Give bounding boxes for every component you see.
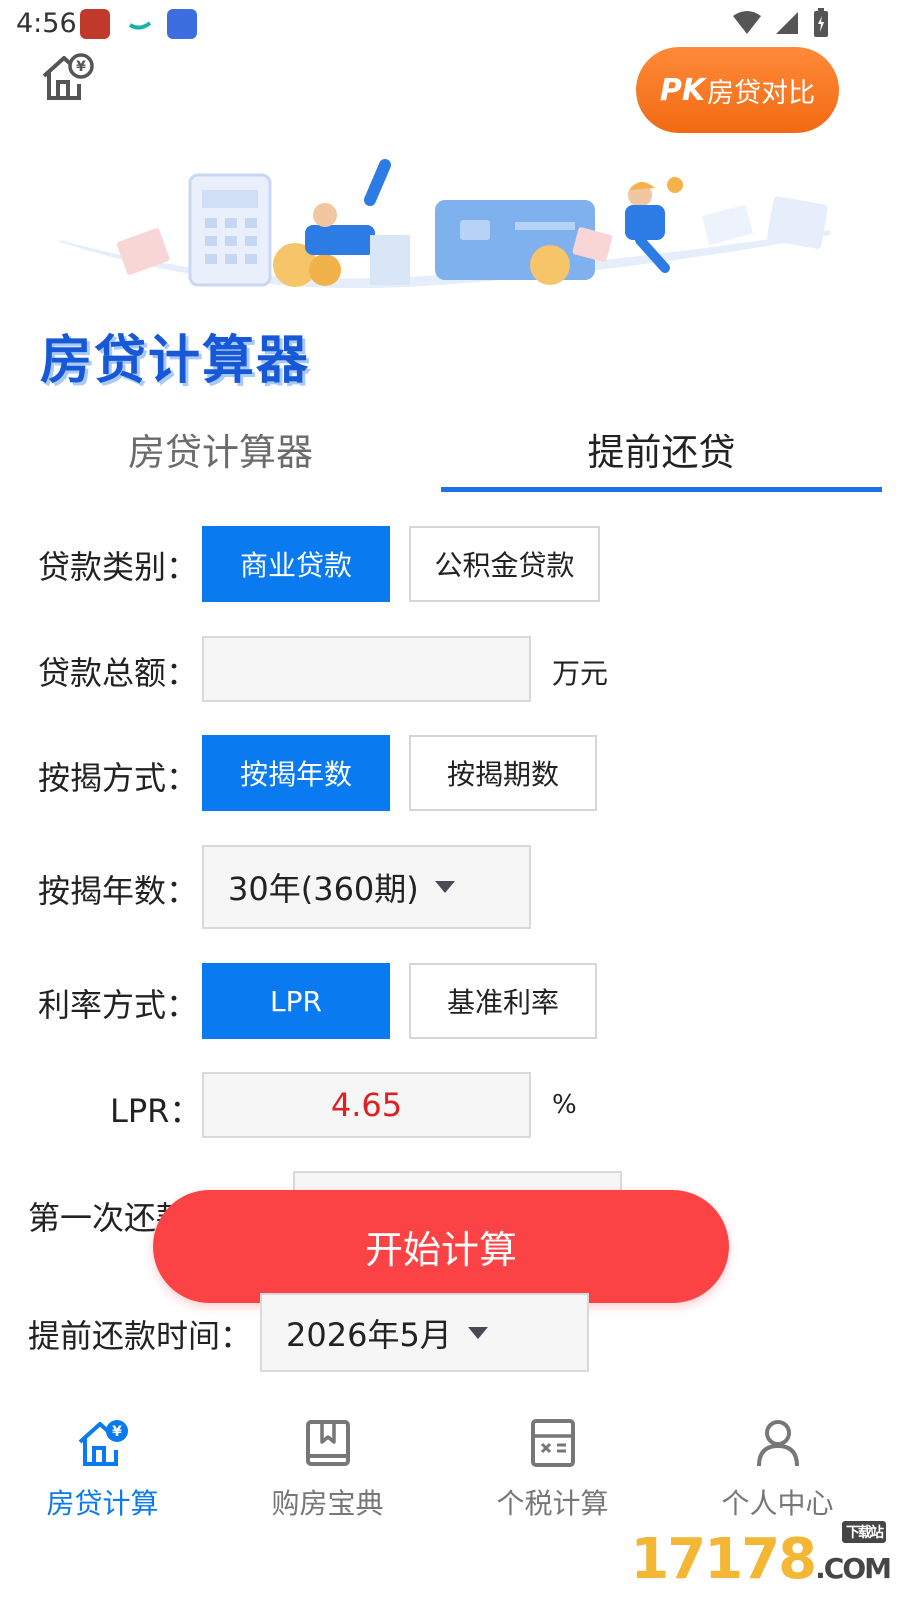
mortgage-mode-label: 按揭方式：: [38, 759, 199, 797]
lpr-rate-button[interactable]: LPR: [202, 963, 390, 1039]
by-periods-button[interactable]: 按揭期数: [409, 735, 597, 811]
loan-type-label: 贷款类别：: [38, 548, 199, 586]
nav-label: 个人中心: [721, 1487, 834, 1520]
pk-label: 房贷对比: [707, 77, 816, 109]
weibo-app-icon: [80, 9, 110, 39]
mortgage-years-select[interactable]: 30年(360期): [202, 845, 531, 929]
lpr-input[interactable]: 4.65: [202, 1072, 531, 1138]
nav-personal-center[interactable]: 个人中心: [665, 1418, 890, 1522]
page-title: 房贷计算器: [40, 331, 311, 391]
by-years-button[interactable]: 按揭年数: [202, 735, 390, 811]
status-bar: 4:56: [0, 0, 900, 48]
watermark-text: 17178: [630, 1527, 817, 1592]
status-time: 4:56: [16, 8, 77, 39]
base-rate-button[interactable]: 基准利率: [409, 963, 597, 1039]
tax-calculator-icon: [530, 1419, 575, 1467]
tab-prepayment[interactable]: 提前还贷: [441, 405, 882, 493]
nav-mortgage-calc[interactable]: ¥ 房贷计算: [0, 1418, 215, 1522]
signal-icon: [776, 12, 798, 34]
nav-label: 个税计算: [496, 1487, 609, 1520]
pk-text: PK: [659, 72, 706, 108]
prepay-time-label: 提前还款时间：: [28, 1317, 253, 1355]
watermark-suffix: .COM: [815, 1552, 892, 1585]
nav-tax-calc[interactable]: 个税计算: [440, 1418, 665, 1522]
active-tab-indicator: [441, 487, 882, 492]
banner-illustration: [40, 140, 840, 300]
loan-amount-label: 贷款总额：: [38, 654, 199, 692]
rate-mode-label: 利率方式：: [38, 986, 199, 1024]
house-yen-icon: ¥: [78, 1420, 128, 1466]
battery-icon: [814, 8, 828, 37]
person-icon: [756, 1420, 799, 1467]
loan-compare-button[interactable]: PK 房贷对比: [636, 47, 839, 133]
loan-amount-input[interactable]: [202, 636, 531, 702]
svg-text:¥: ¥: [76, 59, 86, 75]
lpr-unit: %: [552, 1090, 577, 1120]
house-yen-icon[interactable]: ¥: [40, 52, 94, 104]
mortgage-years-value: 30年(360期): [228, 870, 419, 908]
mortgage-years-label: 按揭年数：: [38, 872, 199, 910]
prepay-time-select[interactable]: 2026年5月: [260, 1293, 589, 1372]
app-notification-icon: [125, 9, 155, 39]
nav-home-guide[interactable]: 购房宝典: [215, 1418, 440, 1522]
book-icon: [305, 1420, 350, 1466]
provident-fund-loan-button[interactable]: 公积金贷款: [409, 526, 600, 602]
nav-label: 购房宝典: [271, 1487, 384, 1520]
svg-text:¥: ¥: [112, 1424, 122, 1440]
tab-mortgage-calculator[interactable]: 房贷计算器: [0, 405, 441, 493]
status-icons: [732, 8, 830, 38]
nav-label: 房贷计算: [46, 1487, 159, 1520]
site-watermark: 17178.COM 下载站: [630, 1521, 892, 1592]
chevron-down-icon: [467, 1326, 488, 1339]
start-calculation-button[interactable]: 开始计算: [153, 1190, 729, 1303]
watermark-tag: 下载站: [842, 1521, 886, 1543]
wifi-icon: [733, 11, 761, 34]
commercial-loan-button[interactable]: 商业贷款: [202, 526, 390, 602]
chevron-down-icon: [434, 881, 455, 893]
prepay-time-value: 2026年5月: [286, 1315, 452, 1354]
bottom-navigation: ¥ 房贷计算 购房宝典 个税计算 个人中心 17178.COM 下载站: [0, 1400, 900, 1600]
bird-app-icon: [167, 9, 197, 39]
lpr-label: LPR：: [110, 1092, 202, 1130]
loan-amount-unit: 万元: [552, 657, 609, 690]
